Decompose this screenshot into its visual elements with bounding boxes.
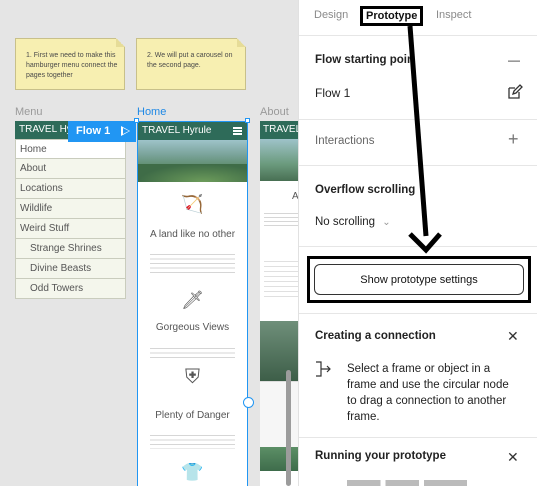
annotation-arrow: [407, 25, 442, 254]
